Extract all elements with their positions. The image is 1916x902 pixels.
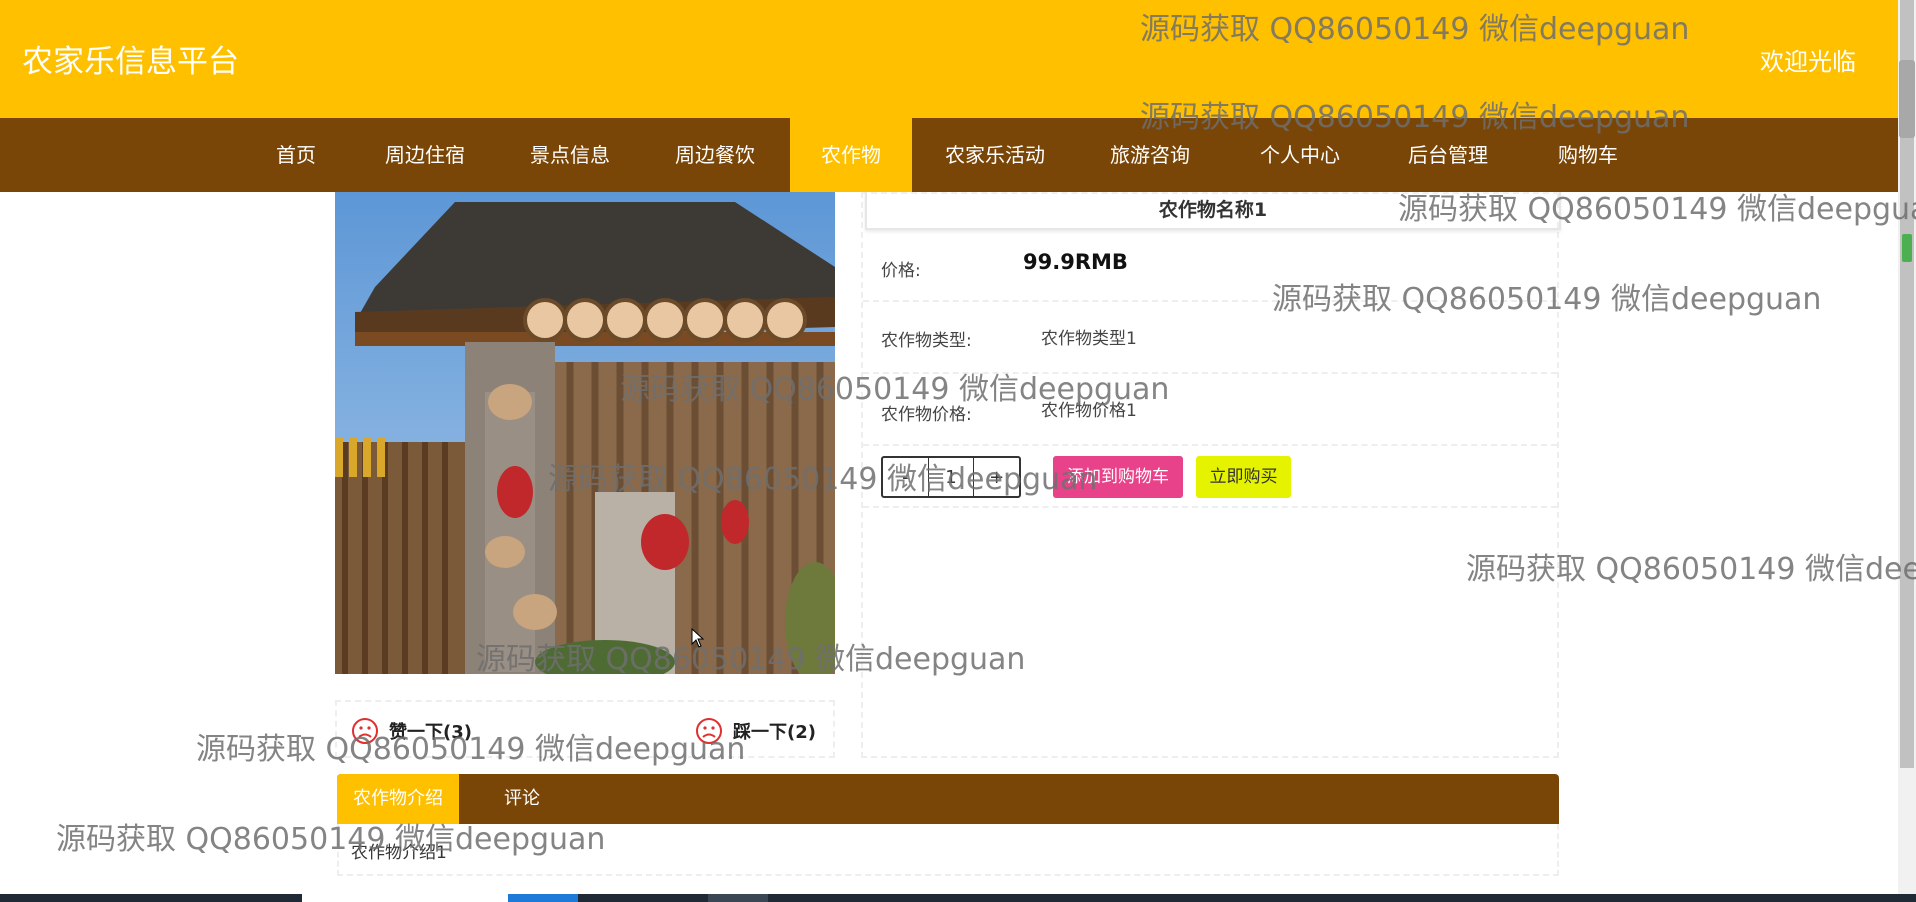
crop-price-label: 农作物价格: [881, 405, 972, 425]
nav-item-dining[interactable]: 周边餐饮 [660, 118, 770, 192]
nav-item-home[interactable]: 首页 [256, 118, 336, 192]
nav-item-lodging[interactable]: 周边住宿 [370, 118, 480, 192]
taskbar-item[interactable] [708, 894, 768, 902]
price-row: 价格: 99.9RMB [863, 230, 1557, 302]
product-info: 农作物名称1 价格: 99.9RMB 农作物类型: 农作物类型1 农作物价格: … [861, 192, 1561, 758]
scrollbar-marker [1899, 60, 1915, 138]
sad-face-icon [352, 718, 378, 744]
type-row: 农作物类型: 农作物类型1 [863, 302, 1557, 374]
taskbar-item-active[interactable] [508, 894, 578, 902]
nav-item-admin[interactable]: 后台管理 [1393, 118, 1503, 192]
quantity-plus-button[interactable]: + [974, 458, 1019, 496]
nav-item-cart[interactable]: 购物车 [1533, 118, 1643, 192]
nav-item-activities[interactable]: 农家乐活动 [935, 118, 1055, 192]
product-image [335, 192, 835, 674]
type-label: 农作物类型: [881, 331, 972, 351]
nav-item-consulting[interactable]: 旅游咨询 [1095, 118, 1205, 192]
site-title[interactable]: 农家乐信息平台 [22, 36, 239, 81]
mouse-cursor-icon [691, 628, 705, 648]
scrollbar[interactable] [1898, 0, 1916, 902]
tab-comments[interactable]: 评论 [482, 774, 562, 824]
price-value: 99.9RMB [1023, 250, 1128, 274]
sad-face-icon [696, 718, 722, 744]
introduction-text: 农作物介绍1 [351, 843, 447, 863]
product-name: 农作物名称1 [865, 192, 1561, 230]
nav-item-attractions[interactable]: 景点信息 [515, 118, 625, 192]
crop-price-value: 农作物价格1 [1041, 401, 1137, 421]
quantity-minus-button[interactable]: - [883, 458, 929, 496]
site-header: 农家乐信息平台 欢迎光临 [0, 0, 1898, 118]
quantity-stepper: - 1 + [881, 456, 1021, 498]
tab-introduction[interactable]: 农作物介绍 [337, 774, 459, 824]
nav-item-profile[interactable]: 个人中心 [1245, 118, 1355, 192]
welcome-text: 欢迎光临 [1760, 48, 1856, 76]
crop-price-row: 农作物价格: 农作物价格1 [863, 374, 1557, 446]
taskbar [0, 894, 1916, 902]
like-label: 赞一下(3) [389, 722, 472, 743]
purchase-row: - 1 + 添加到购物车 立即购买 [863, 446, 1557, 508]
nav-item-crops[interactable]: 农作物 [790, 118, 912, 192]
add-to-cart-button[interactable]: 添加到购物车 [1053, 456, 1183, 498]
vote-box: 赞一下(3) 踩一下(2) [335, 700, 835, 758]
buy-now-button[interactable]: 立即购买 [1196, 456, 1291, 498]
tab-content: 农作物介绍1 [337, 824, 1559, 876]
dislike-label: 踩一下(2) [733, 722, 816, 743]
main-nav: 首页 周边住宿 景点信息 周边餐饮 农作物 农家乐活动 旅游咨询 个人中心 后台… [0, 118, 1898, 192]
dislike-button[interactable]: 踩一下(2) [695, 716, 816, 746]
price-label: 价格: [881, 261, 921, 281]
scrollbar-indicator [1902, 234, 1912, 262]
type-value: 农作物类型1 [1041, 329, 1137, 349]
quantity-input[interactable]: 1 [929, 458, 975, 496]
taskbar-item[interactable] [302, 894, 508, 902]
like-button[interactable]: 赞一下(3) [351, 716, 472, 746]
detail-tabs: 农作物介绍 评论 [337, 774, 1559, 824]
